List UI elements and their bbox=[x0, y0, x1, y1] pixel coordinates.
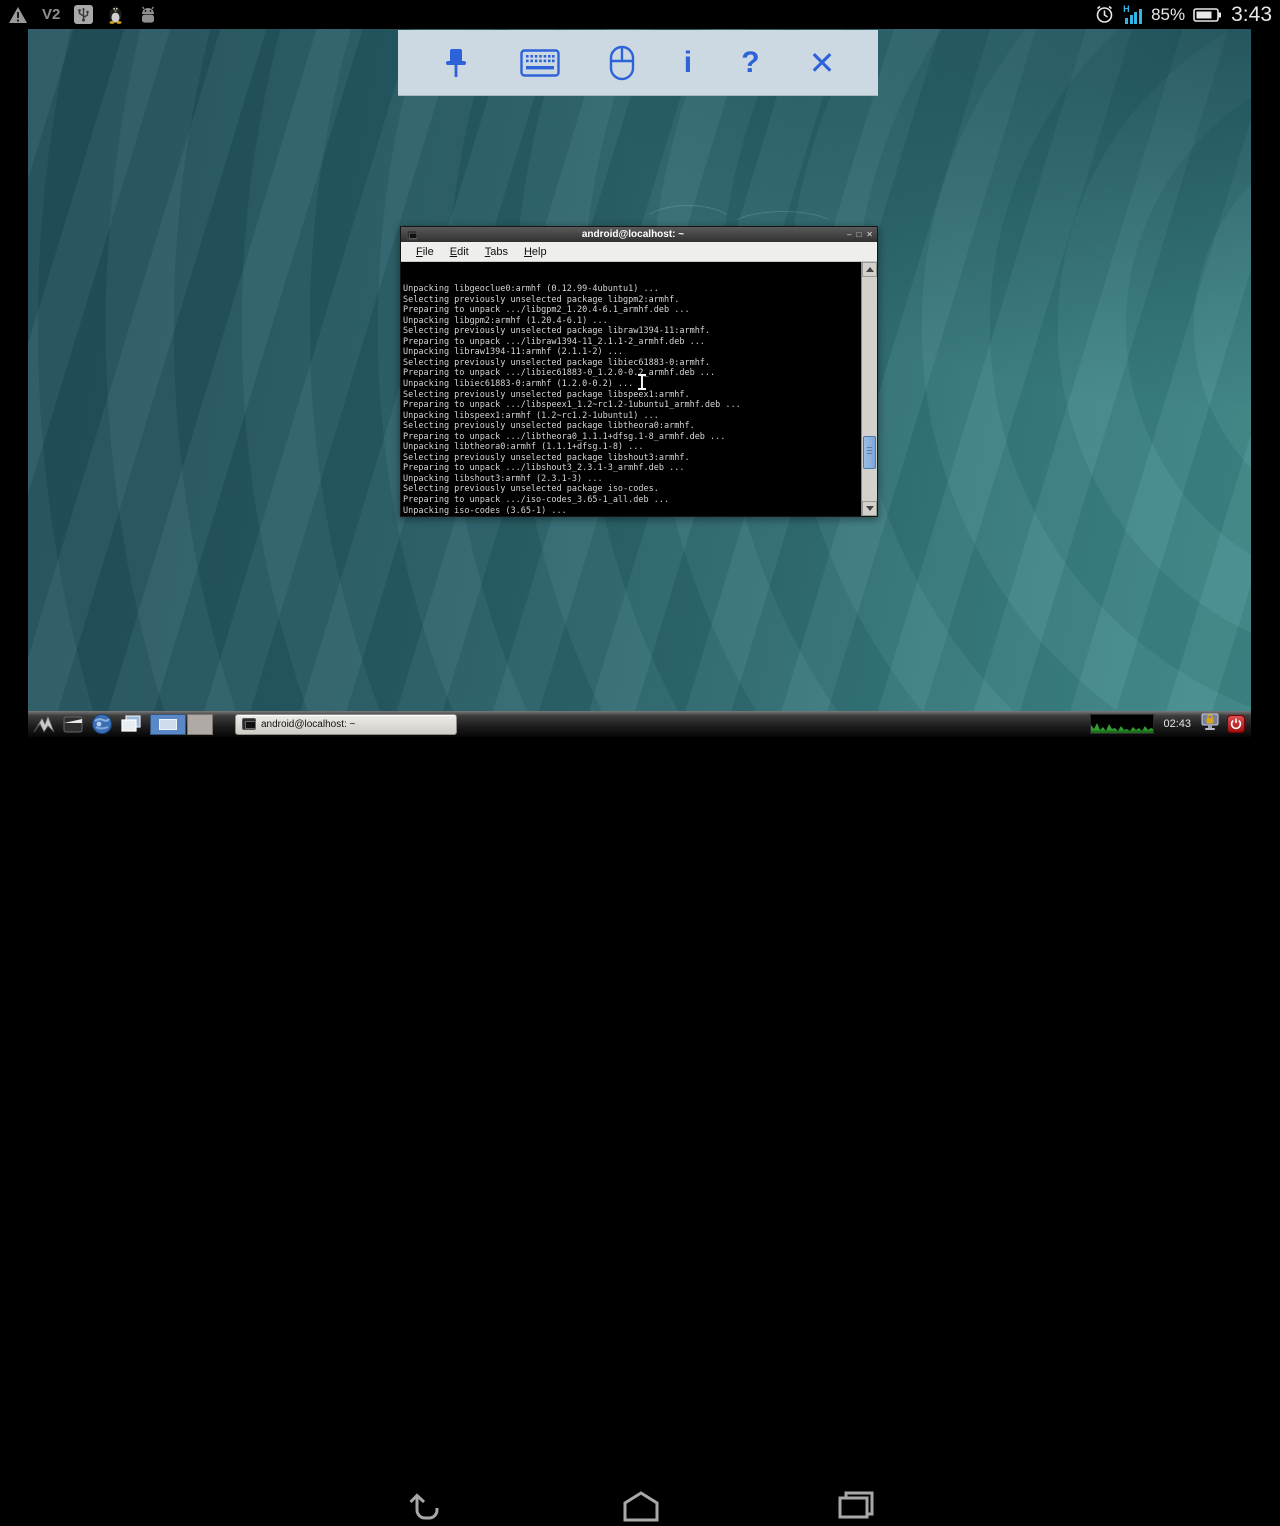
terminal-line: Selecting previously unselected package … bbox=[403, 326, 859, 337]
android-robot-icon bbox=[138, 6, 158, 24]
status-clock: 3:43 bbox=[1231, 3, 1272, 27]
file-manager-icon[interactable] bbox=[60, 713, 85, 736]
terminal-line: Preparing to unpack .../libgpm2_1.20.4-6… bbox=[403, 305, 859, 316]
maximize-button[interactable]: □ bbox=[856, 227, 861, 242]
menu-tabs[interactable]: Tabs bbox=[478, 244, 515, 260]
workspace-1[interactable] bbox=[150, 714, 186, 735]
terminal-line: Selecting previously unselected package … bbox=[403, 390, 859, 401]
terminal-line: Selecting previously unselected package … bbox=[403, 358, 859, 369]
terminal-line: Selecting previously unselected package … bbox=[403, 453, 859, 464]
vnc-app-icon: V2 bbox=[42, 6, 60, 23]
terminal-line: Preparing to unpack .../libiec61883-0_1.… bbox=[403, 368, 859, 379]
battery-icon bbox=[1193, 7, 1221, 23]
lxde-taskbar: android@localhost: ~ 02:43 bbox=[28, 711, 1251, 737]
scroll-up-button[interactable] bbox=[862, 262, 877, 277]
terminal-line: Unpacking libtheora0:armhf (1.1.1+dfsg.1… bbox=[403, 442, 859, 453]
terminal-output[interactable]: Unpacking libgeoclue0:armhf (0.12.99-4ub… bbox=[401, 262, 877, 516]
web-browser-icon[interactable] bbox=[89, 713, 114, 736]
terminal-line: Preparing to unpack .../libraw1394-11_2.… bbox=[403, 337, 859, 348]
taskbar-window-label: android@localhost: ~ bbox=[261, 719, 355, 730]
text-cursor-pointer bbox=[637, 374, 647, 390]
terminal-line: Unpacking libiec61883-0:armhf (1.2.0-0.2… bbox=[403, 379, 859, 390]
taskbar-clock[interactable]: 02:43 bbox=[1163, 718, 1191, 730]
lxde-menu-button[interactable] bbox=[31, 713, 56, 736]
taskbar-window-button[interactable]: android@localhost: ~ bbox=[235, 714, 457, 735]
back-button[interactable] bbox=[407, 1488, 445, 1526]
info-button[interactable]: i bbox=[684, 48, 692, 78]
terminal-line: Preparing to unpack .../iso-codes_3.65-1… bbox=[403, 495, 859, 506]
terminal-line: Unpacking libspeex1:armhf (1.2~rc1.2-1ub… bbox=[403, 411, 859, 422]
terminal-icon bbox=[242, 718, 256, 730]
terminal-line: Unpacking libraw1394-11:armhf (2.1.1-2) … bbox=[403, 347, 859, 358]
terminal-window: android@localhost: ~ – □ ✕ File Edit Tab… bbox=[400, 226, 878, 517]
mouse-button[interactable] bbox=[609, 45, 635, 81]
terminal-window-title: android@localhost: ~ bbox=[419, 227, 847, 242]
show-windows-icon[interactable] bbox=[118, 713, 143, 736]
cpu-monitor-graph bbox=[1090, 714, 1154, 734]
scrollbar-thumb[interactable] bbox=[863, 436, 876, 469]
terminal-line: Preparing to unpack .../libshout3_2.3.1-… bbox=[403, 463, 859, 474]
vnc-desktop: i ? ✕ android@localhost: ~ – □ ✕ File Ed… bbox=[28, 29, 1251, 737]
keyboard-button[interactable] bbox=[520, 49, 560, 77]
android-nav-bar bbox=[0, 737, 1280, 800]
terminal-line: Unpacking libgeoclue0:armhf (0.12.99-4ub… bbox=[403, 284, 859, 295]
tux-penguin-icon bbox=[107, 5, 124, 24]
terminal-titlebar[interactable]: android@localhost: ~ – □ ✕ bbox=[401, 227, 877, 242]
terminal-scrollbar[interactable] bbox=[861, 262, 877, 516]
warning-icon bbox=[8, 6, 28, 24]
terminal-line: Unpacking libgpm2:armhf (1.20.4-6.1) ... bbox=[403, 316, 859, 327]
close-button[interactable]: ✕ bbox=[866, 227, 873, 242]
workspace-pager[interactable] bbox=[150, 714, 213, 735]
terminal-line: Unpacking iso-codes (3.65-1) ... bbox=[403, 506, 859, 516]
lock-screen-icon[interactable] bbox=[1200, 712, 1220, 737]
terminal-lines: Unpacking libgeoclue0:armhf (0.12.99-4ub… bbox=[403, 284, 859, 516]
alarm-clock-icon bbox=[1094, 4, 1115, 25]
home-button[interactable] bbox=[622, 1488, 660, 1526]
pin-button[interactable] bbox=[441, 46, 471, 80]
menu-edit[interactable]: Edit bbox=[443, 244, 476, 260]
terminal-line: Preparing to unpack .../libtheora0_1.1.1… bbox=[403, 432, 859, 443]
menu-file[interactable]: File bbox=[409, 244, 441, 260]
terminal-line: Unpacking libshout3:armhf (2.3.1-3) ... bbox=[403, 474, 859, 485]
terminal-window-icon bbox=[407, 230, 418, 239]
menu-help[interactable]: Help bbox=[517, 244, 554, 260]
terminal-menubar: File Edit Tabs Help bbox=[401, 242, 877, 262]
close-toolbar-button[interactable]: ✕ bbox=[809, 47, 836, 79]
android-status-bar: V2 bbox=[0, 0, 1280, 29]
terminal-line: Selecting previously unselected package … bbox=[403, 421, 859, 432]
help-button[interactable]: ? bbox=[741, 48, 759, 78]
terminal-line: Selecting previously unselected package … bbox=[403, 484, 859, 495]
scroll-down-button[interactable] bbox=[862, 501, 877, 516]
shutdown-button[interactable] bbox=[1227, 715, 1245, 733]
usb-icon bbox=[74, 5, 93, 24]
terminal-line: Preparing to unpack .../libspeex1_1.2~rc… bbox=[403, 400, 859, 411]
recents-button[interactable] bbox=[837, 1488, 875, 1526]
vnc-toolbar: i ? ✕ bbox=[398, 30, 878, 96]
workspace-2[interactable] bbox=[187, 714, 213, 735]
battery-percent: 85% bbox=[1151, 5, 1185, 25]
cell-signal-icon: H bbox=[1123, 5, 1143, 25]
minimize-button[interactable]: – bbox=[847, 227, 851, 242]
terminal-line: Selecting previously unselected package … bbox=[403, 295, 859, 306]
